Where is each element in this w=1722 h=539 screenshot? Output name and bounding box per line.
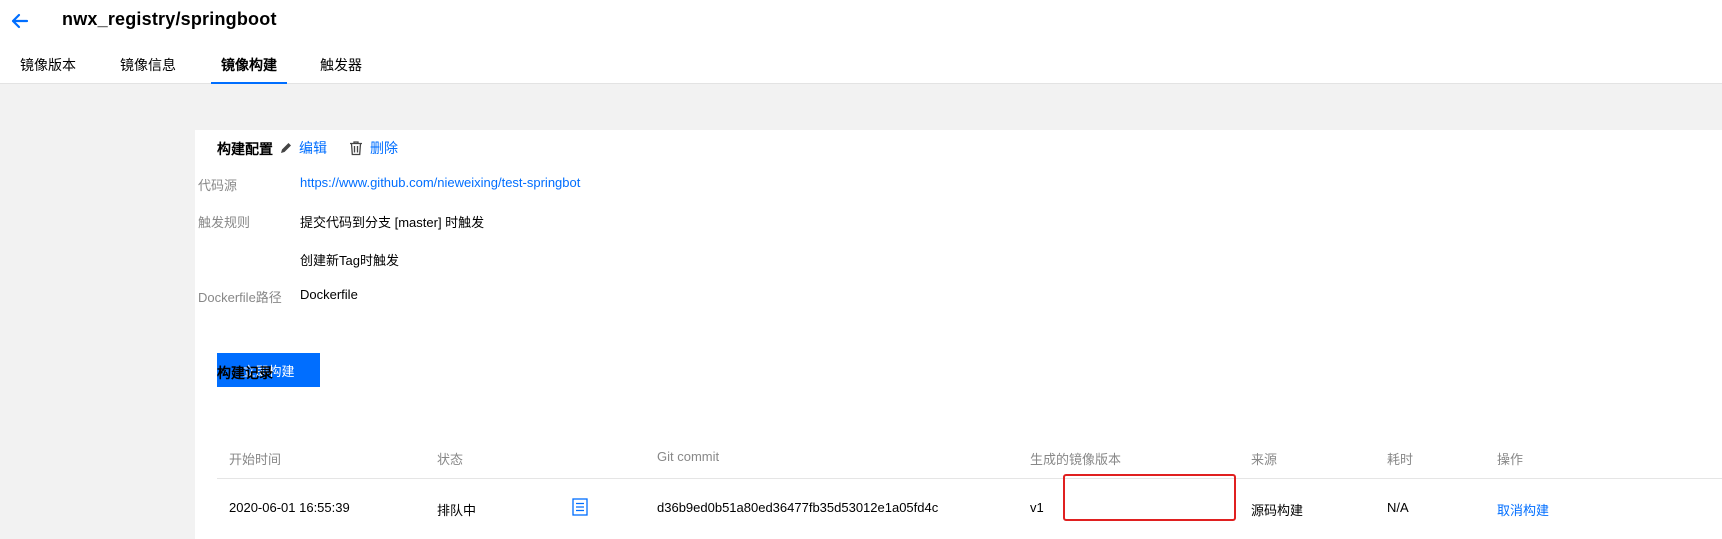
table-header: 开始时间 状态 Git commit 生成的镜像版本 来源 耗时 操作 xyxy=(217,435,1722,479)
cancel-build-link[interactable]: 取消构建 xyxy=(1497,500,1549,519)
column-header: Git commit xyxy=(657,449,720,464)
trash-icon xyxy=(350,141,362,156)
trigger-label: 触发规则 xyxy=(198,215,251,230)
edit-button[interactable]: 编辑 xyxy=(279,138,327,158)
edit-label: 编辑 xyxy=(299,140,327,156)
image-version-cell: v1 xyxy=(1030,500,1044,515)
duration-cell: N/A xyxy=(1387,500,1409,515)
column-header: 操作 xyxy=(1497,452,1524,467)
dockerfile-label: Dockerfile路径 xyxy=(198,290,282,305)
build-records-title: 构建记录 xyxy=(217,365,273,381)
column-header: 来源 xyxy=(1251,452,1278,467)
build-config-title: 构建配置 xyxy=(217,141,273,157)
status-cell: 排队中 xyxy=(437,503,477,518)
build-panel: 构建配置 编辑 删除 代码源 https://www.github.com/ni… xyxy=(195,130,1722,539)
delete-button[interactable]: 删除 xyxy=(348,138,398,158)
delete-label: 删除 xyxy=(370,140,398,156)
start-time-cell: 2020-06-01 16:55:39 xyxy=(229,500,350,515)
column-header: 状态 xyxy=(437,452,464,467)
tab-image-build[interactable]: 镜像构建 xyxy=(211,55,287,84)
tab-triggers[interactable]: 触发器 xyxy=(320,55,362,84)
source-label: 代码源 xyxy=(198,178,238,193)
trigger-rule-tag: 创建新Tag时触发 xyxy=(300,253,399,268)
commit-cell: d36b9ed0b51a80ed36477fb35d53012e1a05fd4c xyxy=(657,500,939,515)
source-cell: 源码构建 xyxy=(1251,503,1304,518)
trigger-rule-branch: 提交代码到分支 [master] 时触发 xyxy=(300,215,485,230)
build-log-icon[interactable] xyxy=(572,498,588,521)
dockerfile-value: Dockerfile xyxy=(300,287,358,302)
column-header: 生成的镜像版本 xyxy=(1030,452,1122,467)
column-header: 耗时 xyxy=(1387,452,1414,467)
back-arrow-icon[interactable] xyxy=(8,10,30,32)
tab-image-info[interactable]: 镜像信息 xyxy=(120,55,176,84)
build-records-table: 开始时间 状态 Git commit 生成的镜像版本 来源 耗时 操作 2020… xyxy=(217,435,1722,539)
table-row: 2020-06-01 16:55:39 排队中 d36b9ed0b51a80ed… xyxy=(217,479,1722,539)
tab-image-versions[interactable]: 镜像版本 xyxy=(20,55,76,84)
pencil-icon xyxy=(281,143,291,153)
column-header: 开始时间 xyxy=(229,452,282,467)
source-url-link[interactable]: https://www.github.com/nieweixing/test-s… xyxy=(300,175,580,190)
page-title: nwx_registry/springboot xyxy=(62,9,277,29)
top-header: nwx_registry/springboot 镜像版本 镜像信息 镜像构建 触… xyxy=(0,0,1722,84)
